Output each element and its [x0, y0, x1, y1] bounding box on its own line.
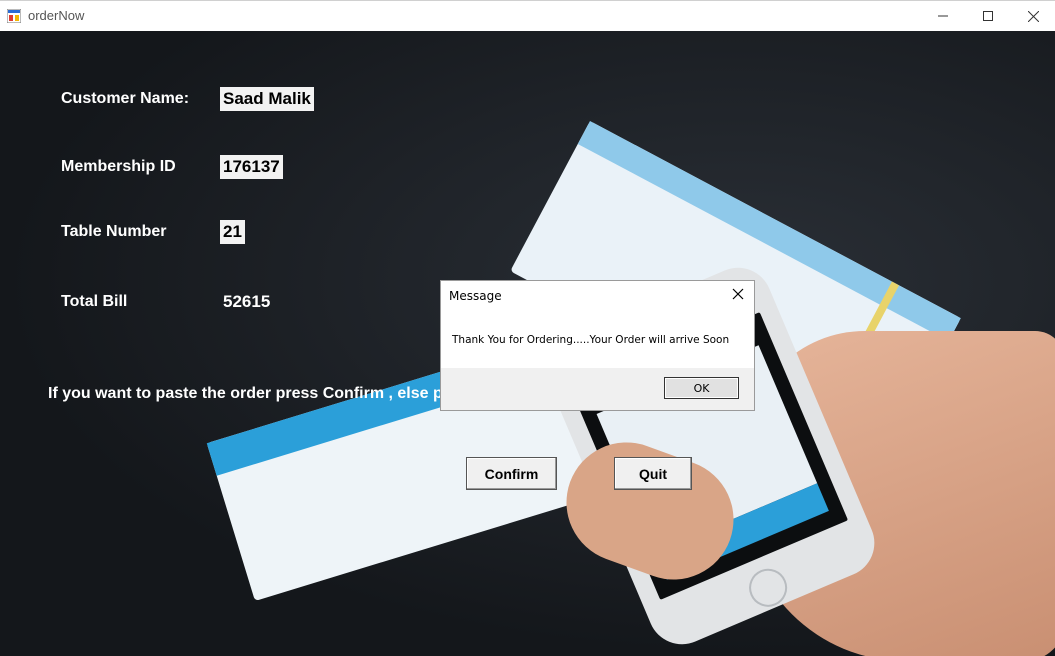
minimize-icon [938, 15, 948, 17]
app-icon [7, 9, 21, 23]
total-bill-label: Total Bill [61, 293, 128, 310]
maximize-button[interactable] [965, 1, 1011, 31]
dialog-footer: OK [441, 368, 754, 410]
membership-id-value: 176137 [220, 155, 283, 179]
close-icon[interactable] [730, 286, 746, 302]
dialog-title: Message [449, 289, 502, 303]
dialog-message: Thank You for Ordering.....Your Order wi… [452, 334, 730, 346]
close-button[interactable] [1010, 1, 1055, 31]
close-icon [1027, 10, 1039, 22]
quit-button[interactable]: Quit [614, 457, 692, 490]
maximize-icon [983, 11, 993, 21]
message-dialog: Message Thank You for Ordering.....Your … [440, 280, 755, 411]
window-title: orderNow [28, 8, 85, 23]
minimize-button[interactable] [920, 1, 966, 31]
instruction-text: If you want to paste the order press Con… [48, 385, 443, 402]
customer-name-label: Customer Name: [61, 90, 190, 107]
total-bill-value: 52615 [223, 292, 271, 311]
ok-button[interactable]: OK [664, 377, 739, 399]
table-number-value: 21 [220, 220, 245, 244]
title-bar: orderNow [0, 0, 1055, 31]
customer-name-value: Saad Malik [220, 87, 314, 111]
table-number-label: Table Number [61, 223, 167, 240]
confirm-button[interactable]: Confirm [466, 457, 557, 490]
membership-id-label: Membership ID [61, 158, 176, 175]
